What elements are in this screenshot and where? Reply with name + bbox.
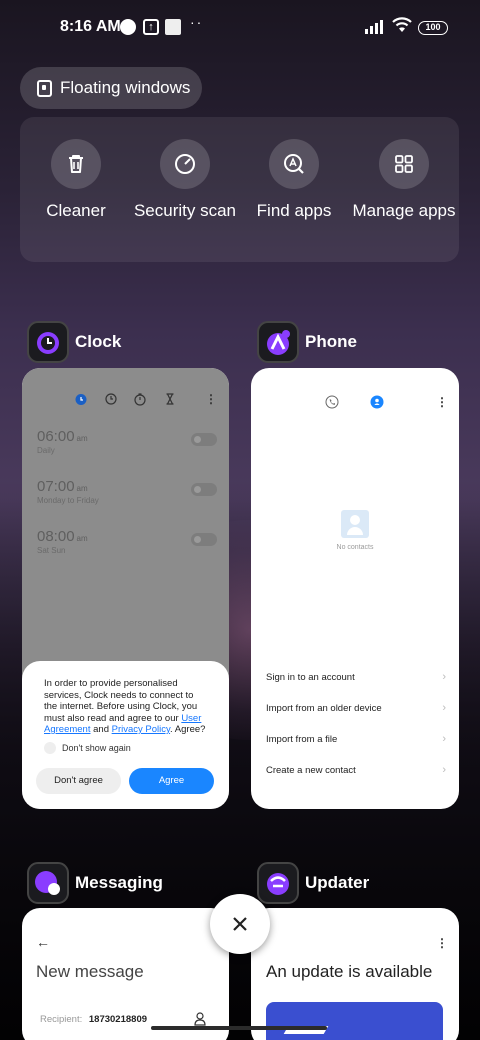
updater-app-icon <box>257 862 299 904</box>
status-time: 8:16 AM <box>60 18 121 35</box>
messaging-app-header[interactable]: Messaging <box>27 862 163 904</box>
contacts-tab-icon[interactable] <box>370 395 384 409</box>
alarm-repeat: Daily <box>37 446 55 455</box>
notification-app-icon <box>120 19 136 35</box>
alarm-toggle[interactable] <box>191 483 217 496</box>
battery-icon: 100 <box>418 21 448 35</box>
agree-button[interactable]: Agree <box>129 768 214 794</box>
dont-show-again-checkbox[interactable]: Don't show again <box>44 741 207 754</box>
upload-icon: ↑ <box>143 19 159 35</box>
alarm-item[interactable]: 08:00 am Sat Sun <box>37 528 217 555</box>
security-scan-button[interactable]: Security scan <box>130 139 240 221</box>
alarm-ampm: am <box>76 434 88 443</box>
messaging-app-icon <box>27 862 69 904</box>
updater-app-header[interactable]: Updater <box>257 862 369 904</box>
quick-tools-panel: Cleaner Security scan Find apps Manage a… <box>20 117 459 262</box>
stopwatch-tab-icon[interactable] <box>133 392 147 406</box>
floating-windows-label: Floating windows <box>60 78 191 97</box>
contact-placeholder-icon <box>341 510 369 538</box>
close-icon <box>233 917 247 931</box>
security-scan-icon <box>175 154 195 174</box>
alarm-item[interactable]: 06:00 am Daily <box>37 428 217 455</box>
alarm-ampm: am <box>76 534 88 543</box>
clock-app-title: Clock <box>75 332 122 351</box>
phone-recent-card[interactable]: ⋮ No contacts Sign in to an account › Imp… <box>251 368 459 809</box>
call-log-tab-icon[interactable] <box>325 395 339 409</box>
alarm-time: 08:00 <box>37 528 75 545</box>
import-older-device-option[interactable]: Import from an older device › <box>266 702 446 714</box>
clear-all-button[interactable] <box>210 894 270 954</box>
manage-apps-button[interactable]: Manage apps <box>349 139 459 221</box>
alarm-repeat: Monday to Friday <box>37 496 99 505</box>
update-available-title: An update is available <box>266 962 433 981</box>
home-indicator[interactable] <box>151 1026 327 1030</box>
consent-message: In order to provide personalised service… <box>44 678 206 735</box>
alarm-item[interactable]: 07:00 am Monday to Friday <box>37 478 217 505</box>
empty-contacts: No contacts <box>251 510 459 551</box>
clock-app-header[interactable]: Clock <box>27 321 121 363</box>
sign-in-account-option[interactable]: Sign in to an account › <box>266 671 446 683</box>
alarm-toggle[interactable] <box>191 533 217 546</box>
phone-app-title: Phone <box>305 332 357 351</box>
checkbox-icon <box>44 741 56 754</box>
chevron-right-icon: › <box>442 671 446 683</box>
recipient-label: Recipient: 18730218809 <box>40 1014 148 1025</box>
chevron-right-icon: › <box>442 733 446 745</box>
phone-more-icon[interactable]: ⋮ <box>436 395 448 409</box>
phone-app-header[interactable]: Phone <box>257 321 357 363</box>
floating-windows-button[interactable]: Floating windows <box>20 67 202 109</box>
back-arrow-icon[interactable]: ← <box>36 934 50 950</box>
signal-icon <box>365 20 387 34</box>
contact-picker-icon[interactable] <box>194 1012 206 1026</box>
phone-app-icon <box>257 321 299 363</box>
security-scan-label: Security scan <box>133 201 237 220</box>
recipient-value: 18730218809 <box>88 1014 148 1025</box>
messaging-app-title: Messaging <box>75 873 163 892</box>
timer-tab-icon[interactable] <box>163 392 177 406</box>
clock-app-icon <box>27 321 69 363</box>
create-contact-option[interactable]: Create a new contact › <box>266 764 446 776</box>
consent-dialog: In order to provide personalised service… <box>22 661 229 809</box>
alarm-toggle[interactable] <box>191 433 217 446</box>
update-banner <box>266 1002 443 1040</box>
privacy-policy-link[interactable]: Privacy Policy <box>112 724 170 735</box>
find-apps-label: Find apps <box>256 201 332 220</box>
import-file-option[interactable]: Import from a file › <box>266 733 446 745</box>
no-contacts-text: No contacts <box>336 544 374 551</box>
updater-recent-card[interactable]: ⋮ An update is available <box>251 908 459 1040</box>
cleaner-button[interactable]: Cleaner <box>21 139 131 221</box>
alarm-time: 06:00 <box>37 428 75 445</box>
clock-tab-bar: ⋮ <box>22 392 229 412</box>
find-apps-icon <box>284 154 304 174</box>
phone-tab-bar: ⋮ <box>251 395 459 411</box>
world-clock-tab-icon[interactable] <box>104 392 118 406</box>
dont-agree-button[interactable]: Don't agree <box>36 768 121 794</box>
clock-more-icon[interactable]: ⋮ <box>205 392 219 406</box>
clock-recent-card[interactable]: ⋮ 06:00 am Daily 07:00 am Monday to Friday… <box>22 368 229 809</box>
manage-apps-label: Manage apps <box>352 201 456 220</box>
status-bar: 8:16 AM ↑ ·· 100 <box>0 0 480 56</box>
alarm-time: 07:00 <box>37 478 75 495</box>
wifi-icon <box>392 17 412 32</box>
more-notifications-icon: ·· <box>190 14 204 30</box>
trash-icon <box>69 155 83 173</box>
alarm-repeat: Sat Sun <box>37 546 66 555</box>
manage-apps-icon <box>395 155 413 173</box>
new-message-title: New message <box>36 962 144 981</box>
floating-window-icon <box>37 79 52 97</box>
dont-show-again-label: Don't show again <box>62 742 131 753</box>
alarm-ampm: am <box>76 484 88 493</box>
chevron-right-icon: › <box>442 764 446 776</box>
updater-app-title: Updater <box>305 873 370 892</box>
chevron-right-icon: › <box>442 702 446 714</box>
cleaner-label: Cleaner <box>46 201 106 220</box>
find-apps-button[interactable]: Find apps <box>239 139 349 221</box>
updater-more-icon[interactable]: ⋮ <box>436 936 448 950</box>
alarm-tab-icon[interactable] <box>74 392 88 406</box>
notification-square-icon <box>165 19 181 35</box>
messaging-recent-card[interactable]: ← New message Recipient: 18730218809 <box>22 908 229 1040</box>
